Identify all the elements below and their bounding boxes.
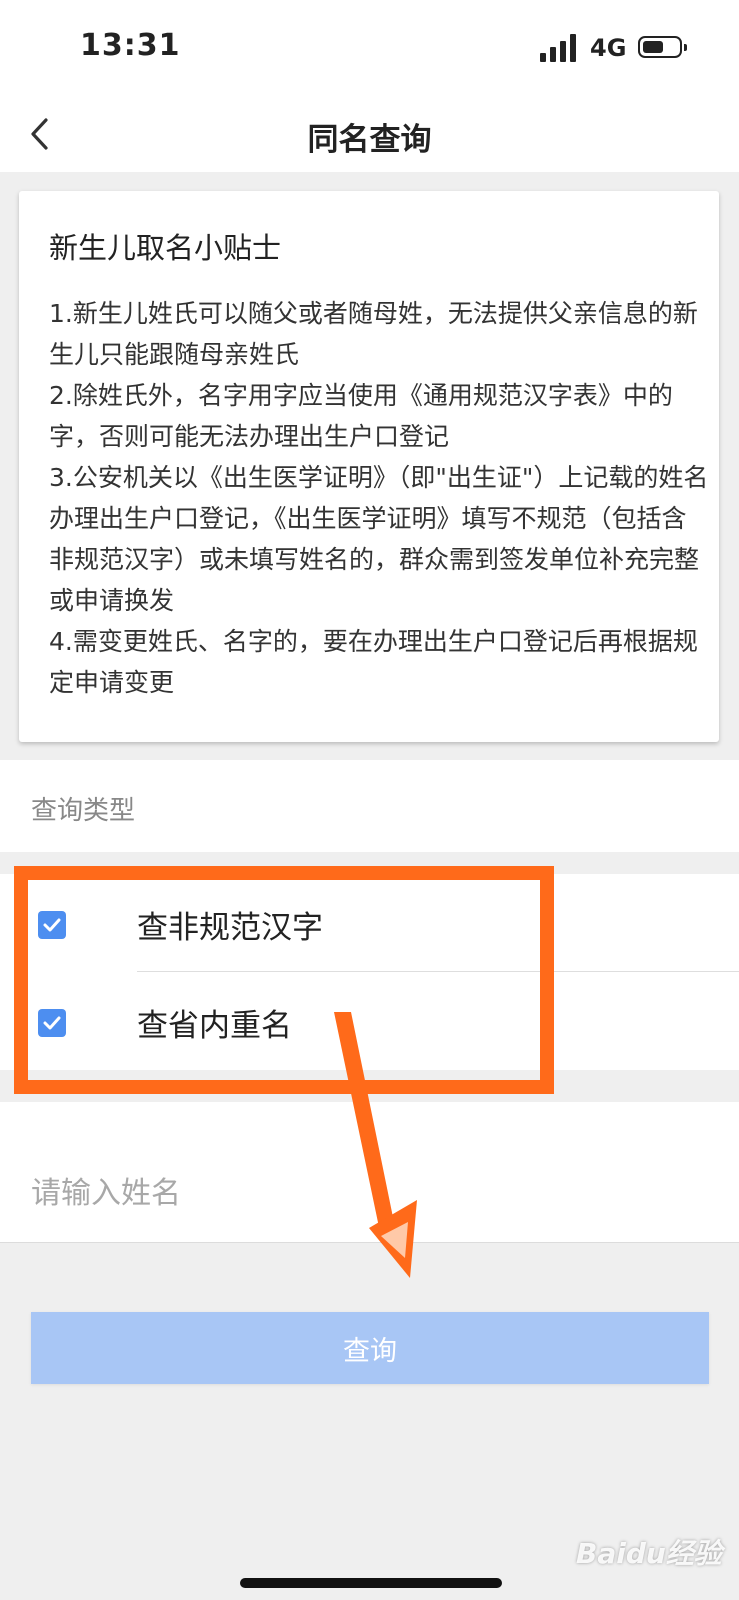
status-bar: 13:31 4G bbox=[0, 0, 739, 100]
query-type-label: 查询类型 bbox=[31, 796, 136, 826]
network-type: 4G bbox=[590, 34, 627, 62]
name-input-section bbox=[0, 1102, 739, 1243]
status-time: 13:31 bbox=[80, 28, 181, 63]
tips-title: 新生儿取名小贴士 bbox=[49, 231, 282, 265]
signal-icon bbox=[540, 34, 576, 62]
query-button[interactable]: 查询 bbox=[31, 1312, 709, 1384]
highlight-box-annotation bbox=[14, 866, 554, 1094]
nav-bar: 同名查询 bbox=[0, 100, 739, 172]
tips-body: 1.新生儿姓氏可以随父或者随母姓，无法提供父亲信息的新生儿只能跟随母亲姓氏 2.… bbox=[49, 299, 709, 697]
baidu-watermark: Baidu经验 bbox=[576, 1532, 722, 1572]
battery-icon bbox=[638, 36, 687, 58]
tips-card: 新生儿取名小贴士 1.新生儿姓氏可以随父或者随母姓，无法提供父亲信息的新生儿只能… bbox=[19, 191, 719, 742]
watermark-text: Baidu经验 bbox=[576, 1537, 722, 1570]
query-type-section: 查询类型 bbox=[0, 760, 739, 852]
name-input[interactable] bbox=[31, 1168, 711, 1218]
home-indicator bbox=[240, 1578, 502, 1588]
page-title: 同名查询 bbox=[307, 122, 432, 158]
